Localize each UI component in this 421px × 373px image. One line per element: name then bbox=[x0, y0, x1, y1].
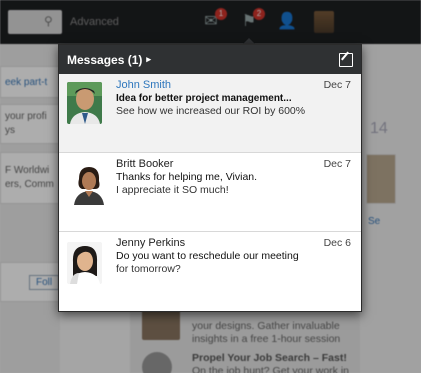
messages-title: Messages (1) bbox=[67, 52, 143, 67]
message-snippet: for tomorrow? bbox=[116, 263, 181, 275]
message-item[interactable]: John Smith Idea for better project manag… bbox=[59, 74, 361, 153]
avatar bbox=[67, 82, 102, 124]
message-snippet: I appreciate it SO much! bbox=[116, 184, 229, 196]
message-content: Jenny Perkins Do you want to reschedule … bbox=[116, 237, 321, 276]
avatar bbox=[67, 242, 102, 284]
message-sender[interactable]: Britt Booker bbox=[116, 158, 321, 171]
message-date: Dec 6 bbox=[323, 237, 351, 249]
message-item[interactable]: Britt Booker Thanks for helping me, Vivi… bbox=[59, 153, 361, 232]
chevron-right-icon: ▸ bbox=[146, 54, 151, 64]
compose-icon[interactable] bbox=[339, 52, 353, 67]
message-date: Dec 7 bbox=[323, 158, 351, 170]
message-content: Britt Booker Thanks for helping me, Vivi… bbox=[116, 158, 321, 197]
message-subject: Idea for better project management... bbox=[116, 93, 292, 104]
message-sender[interactable]: John Smith bbox=[116, 79, 321, 92]
message-snippet: See how we increased our ROI by 600% bbox=[116, 105, 306, 117]
message-sender[interactable]: Jenny Perkins bbox=[116, 237, 321, 250]
message-date: Dec 7 bbox=[323, 79, 351, 91]
messages-dropdown: Messages (1) ▸ John Smith Idea for bette… bbox=[58, 44, 362, 312]
message-content: John Smith Idea for better project manag… bbox=[116, 79, 321, 118]
message-item[interactable]: Jenny Perkins Do you want to reschedule … bbox=[59, 232, 361, 311]
messages-title-link[interactable]: Messages (1) ▸ bbox=[67, 53, 151, 67]
avatar bbox=[71, 163, 106, 205]
message-subject: Thanks for helping me, Vivian. bbox=[116, 171, 258, 183]
messages-header: Messages (1) ▸ bbox=[59, 45, 361, 74]
message-subject: Do you want to reschedule our meeting bbox=[116, 250, 299, 262]
